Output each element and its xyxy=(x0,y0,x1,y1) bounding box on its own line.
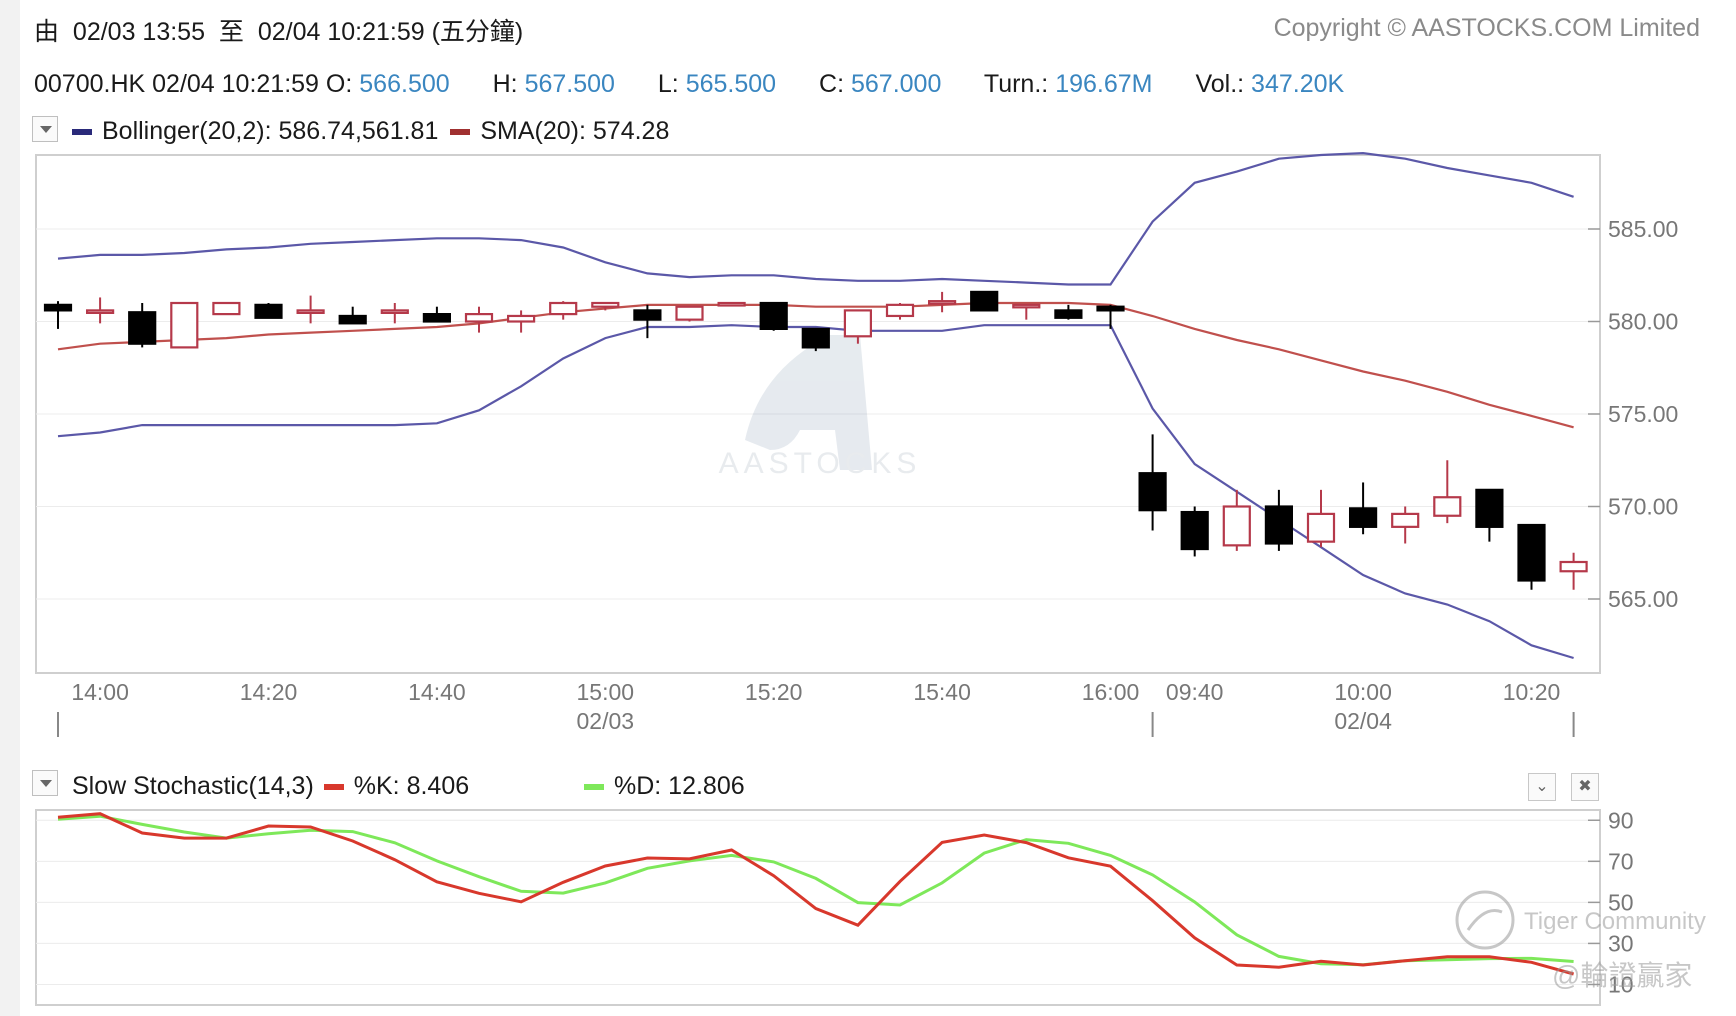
candle-body xyxy=(1096,305,1125,312)
main-price-panel: 585.00 580.00 575.00 570.00 565.00 AASTOCKS 14… xyxy=(35,151,1678,737)
y-tick-label: 90 xyxy=(1608,807,1634,833)
candle-body xyxy=(1517,523,1546,582)
candle xyxy=(170,301,199,349)
y-tick-label: 575.00 xyxy=(1608,401,1678,427)
candle-body xyxy=(1559,560,1588,573)
candle-body xyxy=(170,301,199,349)
handle-watermark-text: @輪證贏家 xyxy=(1552,960,1692,991)
aastocks-watermark-text: AASTOCKS xyxy=(719,447,922,480)
x-tick-label: 14:20 xyxy=(240,679,298,705)
candle-body xyxy=(1222,505,1251,547)
candle-body xyxy=(1054,309,1083,319)
x-tick-label: 15:20 xyxy=(745,679,803,705)
candle-body xyxy=(507,314,536,323)
x-tick-label: 15:40 xyxy=(913,679,971,705)
x-date-label: 02/03 xyxy=(577,708,635,734)
candle xyxy=(212,301,241,316)
candle xyxy=(1180,506,1209,557)
y-tick-label: 565.00 xyxy=(1608,586,1678,612)
candle-body xyxy=(1433,496,1462,517)
candle-body xyxy=(254,303,283,319)
candle-body xyxy=(212,301,241,316)
candle-body xyxy=(591,301,620,308)
x-tick-label: 16:00 xyxy=(1082,679,1140,705)
x-tick-label: 14:00 xyxy=(71,679,129,705)
stochastic-panel: 9070503010Tiger Community@輪證贏家 xyxy=(35,807,1706,1006)
candle xyxy=(970,290,999,312)
candle-body xyxy=(1180,510,1209,551)
x-tick-label: 10:00 xyxy=(1334,679,1392,705)
x-tick-label: 10:20 xyxy=(1503,679,1561,705)
y-tick-label: 580.00 xyxy=(1608,309,1678,335)
candle-body xyxy=(464,313,494,323)
candle xyxy=(801,327,830,352)
x-tick-label: 14:40 xyxy=(408,679,466,705)
candle-body xyxy=(422,313,451,323)
tiger-watermark-text: Tiger Community xyxy=(1524,908,1706,935)
candle-body xyxy=(1306,512,1336,543)
candle-body xyxy=(85,309,115,314)
candle xyxy=(254,303,283,319)
candle-body xyxy=(843,309,873,338)
candle-body xyxy=(717,301,746,307)
candle-body xyxy=(1391,512,1420,528)
candle-body xyxy=(1475,488,1504,528)
x-tick-label: 15:00 xyxy=(577,679,635,705)
candle-body xyxy=(1264,505,1294,545)
x-date-label: 02/04 xyxy=(1334,708,1392,734)
candle-body xyxy=(885,303,915,318)
candle-body xyxy=(296,309,325,314)
candle-body xyxy=(801,327,830,349)
candle xyxy=(675,305,704,322)
candle-body xyxy=(970,290,999,312)
candle-body xyxy=(633,309,662,321)
candle-body xyxy=(549,301,578,316)
stoch-plot-area xyxy=(35,809,1601,1006)
x-tick-label: 09:40 xyxy=(1166,679,1224,705)
candle-body xyxy=(1348,507,1378,528)
candle xyxy=(717,301,746,307)
y-tick-label: 570.00 xyxy=(1608,494,1678,520)
candle-body xyxy=(43,303,73,312)
candle-body xyxy=(338,314,367,325)
candle-body xyxy=(927,300,957,305)
candle xyxy=(759,301,788,331)
candle-body xyxy=(380,309,409,314)
candle-body xyxy=(128,311,157,345)
candle xyxy=(1517,523,1546,590)
candle-body xyxy=(1012,303,1041,309)
candle-body xyxy=(675,305,704,321)
chart-canvas: 585.00 580.00 575.00 570.00 565.00 AASTOCKS 14… xyxy=(35,151,1706,1006)
y-tick-label: 70 xyxy=(1608,848,1634,874)
y-tick-label: 585.00 xyxy=(1608,216,1678,242)
candle-body xyxy=(759,301,788,330)
candle-body xyxy=(1138,472,1167,512)
